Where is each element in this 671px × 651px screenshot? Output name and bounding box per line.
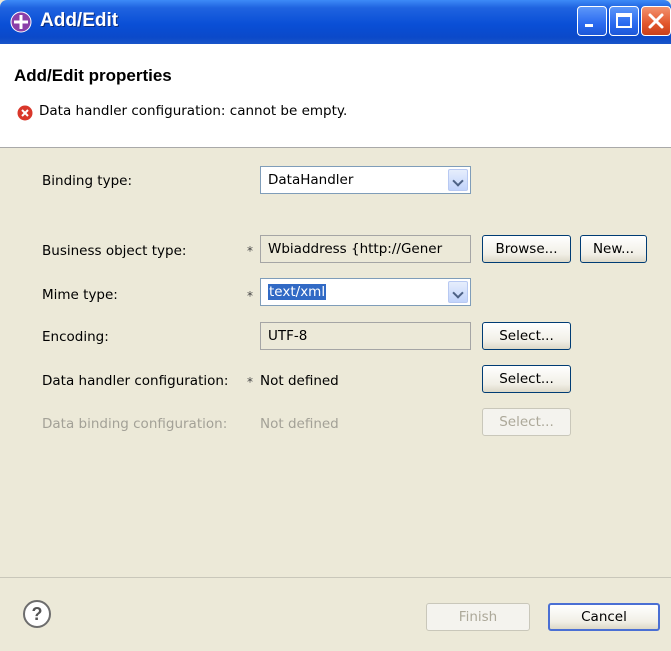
error-icon <box>17 105 33 121</box>
mime-type-label: Mime type: <box>42 287 118 303</box>
data-binding-configuration-label: Data binding configuration: <box>42 416 228 432</box>
data-handler-configuration-value: Not defined <box>260 373 339 389</box>
encoding-select-button[interactable]: Select... <box>482 322 571 350</box>
binding-type-label: Binding type: <box>42 173 133 189</box>
new-button[interactable]: New... <box>580 235 647 263</box>
maximize-button[interactable] <box>609 6 639 36</box>
svg-text:?: ? <box>32 604 43 624</box>
encoding-label: Encoding: <box>42 329 109 345</box>
error-message: Data handler configuration: cannot be em… <box>39 103 348 119</box>
business-object-type-field: Wbiaddress {http://Gener <box>260 235 471 263</box>
close-icon <box>648 13 664 29</box>
required-marker: * <box>247 289 253 303</box>
required-marker: * <box>247 375 253 389</box>
data-binding-configuration-value: Not defined <box>260 416 339 432</box>
chevron-down-icon[interactable] <box>448 281 468 303</box>
window-title: Add/Edit <box>40 10 119 31</box>
chevron-down-icon[interactable] <box>448 169 468 191</box>
encoding-value: UTF-8 <box>268 328 308 344</box>
binding-type-select[interactable]: DataHandler <box>260 166 471 194</box>
page-title: Add/Edit properties <box>14 66 172 85</box>
browse-button[interactable]: Browse... <box>482 235 571 263</box>
footer-divider <box>0 577 671 578</box>
minimize-button[interactable] <box>577 6 607 36</box>
encoding-field: UTF-8 <box>260 322 471 350</box>
business-object-type-value: Wbiaddress {http://Gener <box>268 241 443 257</box>
business-object-type-label: Business object type: <box>42 243 187 259</box>
dialog-header: Add/Edit properties Data handler configu… <box>0 44 671 148</box>
mime-type-value[interactable]: text/xml <box>268 284 327 300</box>
eclipse-plugin-icon <box>10 11 32 33</box>
maximize-icon <box>616 13 632 28</box>
minimize-icon <box>585 24 593 27</box>
title-bar: Add/Edit <box>0 0 671 44</box>
help-icon[interactable]: ? <box>22 599 52 629</box>
mime-type-selected-text: text/xml <box>268 284 327 300</box>
finish-button: Finish <box>426 603 530 631</box>
data-handler-configuration-label: Data handler configuration: <box>42 373 229 389</box>
close-button[interactable] <box>641 6 671 36</box>
required-marker: * <box>247 244 253 258</box>
data-handler-select-button[interactable]: Select... <box>482 365 571 393</box>
mime-type-select[interactable]: text/xml <box>260 278 471 306</box>
data-binding-select-button: Select... <box>482 408 571 436</box>
cancel-button[interactable]: Cancel <box>548 603 660 631</box>
binding-type-value: DataHandler <box>268 172 354 188</box>
